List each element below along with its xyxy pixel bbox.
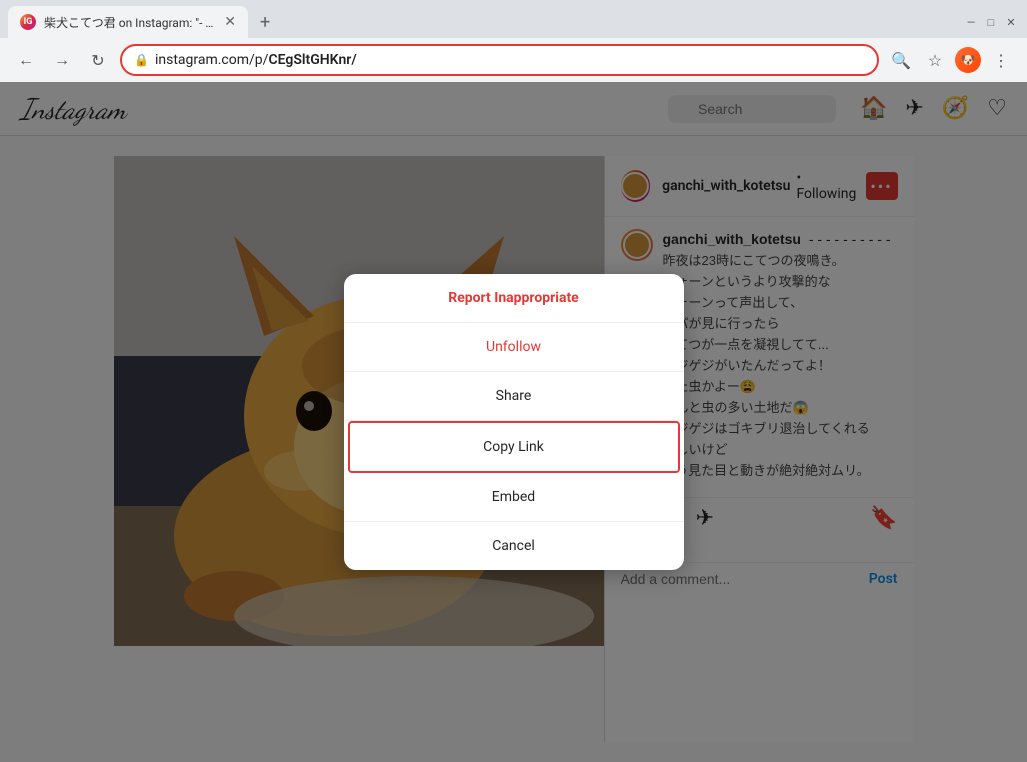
embed-item[interactable]: Embed [344,473,684,522]
lock-icon: 🔒 [134,53,149,67]
copy-link-item[interactable]: Copy Link [348,421,680,473]
browser-menu-button[interactable]: ⋮ [987,46,1015,74]
cancel-item[interactable]: Cancel [344,522,684,570]
forward-button[interactable]: → [48,46,76,74]
browser-toolbar: ← → ↻ 🔒 instagram.com/p/CEgSltGHKnr/ 🔍 ☆… [0,38,1027,82]
modal-overlay: Report Inappropriate Unfollow Share Copy… [0,82,1027,762]
close-tab-icon[interactable]: ✕ [224,14,236,30]
profile-avatar[interactable]: 🐶 [955,47,981,73]
toolbar-actions: 🔍 ☆ 🐶 ⋮ [887,46,1015,74]
report-inappropriate-item[interactable]: Report Inappropriate [344,274,684,323]
tab-favicon: IG [20,14,36,30]
refresh-button[interactable]: ↻ [84,46,112,74]
browser-chrome: IG 柴犬こてつ君 on Instagram: "- - - × ✕ + — □… [0,0,1027,82]
address-bar[interactable]: 🔒 instagram.com/p/CEgSltGHKnr/ [120,44,879,76]
maximize-button[interactable]: □ [983,14,999,30]
bookmark-star-button[interactable]: ☆ [921,46,949,74]
minimize-button[interactable]: — [963,14,979,30]
search-toolbar-button[interactable]: 🔍 [887,46,915,74]
tab-bar: IG 柴犬こてつ君 on Instagram: "- - - × ✕ + — □… [0,0,1027,38]
close-button[interactable]: ✕ [1003,14,1019,30]
unfollow-item[interactable]: Unfollow [344,323,684,372]
window-controls: — □ ✕ [963,14,1019,30]
new-tab-button[interactable]: + [256,8,274,37]
instagram-app: Instagram 🔍 🏠 ✈ 🧭 ♡ [0,82,1027,762]
back-button[interactable]: ← [12,46,40,74]
url-display: instagram.com/p/CEgSltGHKnr/ [155,52,865,68]
tab-title: 柴犬こてつ君 on Instagram: "- - - × [44,14,216,31]
modal-dialog: Report Inappropriate Unfollow Share Copy… [344,274,684,570]
share-item[interactable]: Share [344,372,684,421]
active-tab[interactable]: IG 柴犬こてつ君 on Instagram: "- - - × ✕ [8,6,248,38]
